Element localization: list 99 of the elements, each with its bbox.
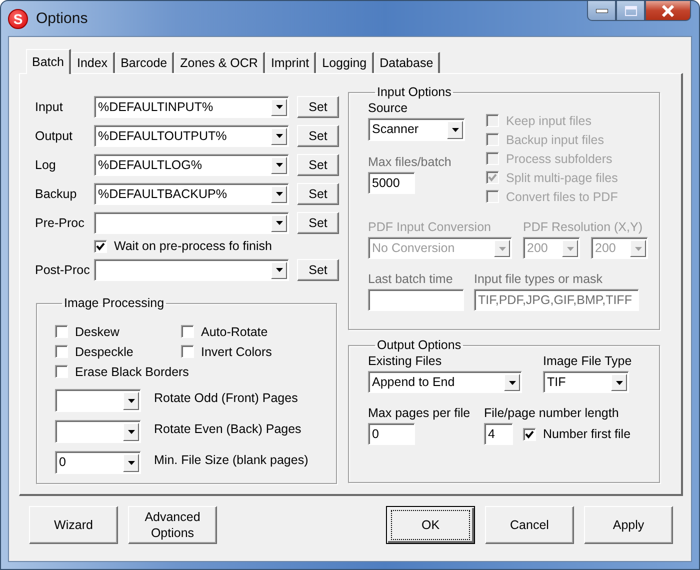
caret-icon xyxy=(276,192,282,196)
source-dropdown[interactable]: Scanner xyxy=(368,118,465,141)
field-label: Post-Proc xyxy=(35,262,91,276)
checkbox-label: Number first file xyxy=(543,427,631,441)
field-label: Backup xyxy=(35,186,78,200)
checkbox[interactable] xyxy=(55,365,68,378)
dropdown-label: Min. File Size (blank pages) xyxy=(154,452,308,467)
caret-icon xyxy=(128,430,134,434)
caret-icon xyxy=(276,105,282,109)
checkbox-label: Invert Colors xyxy=(201,344,272,358)
caret-icon xyxy=(634,246,642,250)
path-dropdown[interactable]: %DEFAULTLOG% xyxy=(94,154,289,176)
dropdown[interactable] xyxy=(55,420,141,443)
checkbox[interactable] xyxy=(55,325,68,338)
max-pages-field[interactable]: 0 xyxy=(368,423,415,445)
last-batch-field[interactable] xyxy=(368,289,464,311)
path-dropdown[interactable]: %DEFAULTINPUT% xyxy=(94,96,289,118)
checkbox-label: Despeckle xyxy=(75,344,134,358)
group-title: Output Options xyxy=(376,338,462,352)
field-label: Max pages per file xyxy=(368,406,472,420)
set-button[interactable]: Set xyxy=(297,96,339,118)
group-title: Image Processing xyxy=(63,296,166,310)
checkbox[interactable] xyxy=(181,345,194,358)
checkbox-label: Convert files to PDF xyxy=(506,190,618,204)
checkbox-label: Keep input files xyxy=(506,114,592,128)
caret-icon xyxy=(276,134,282,138)
minimize-icon xyxy=(596,8,608,12)
set-button[interactable]: Set xyxy=(297,212,339,234)
existing-files-dropdown[interactable]: Append to End xyxy=(368,371,522,393)
field-label: Image File Type xyxy=(543,354,632,368)
checkbox[interactable] xyxy=(523,428,536,440)
tab[interactable]: Barcode xyxy=(114,52,174,73)
caret-icon xyxy=(276,221,282,225)
field-label: PDF Resolution (X,Y) xyxy=(523,220,644,234)
field-label: Pre-Proc xyxy=(35,216,86,230)
field-label: Input file types or mask xyxy=(474,272,604,286)
app-logo-icon: S xyxy=(8,8,28,28)
caret-icon xyxy=(276,268,282,272)
set-button[interactable]: Set xyxy=(297,258,339,280)
checkbox-label: Split multi-page files xyxy=(506,170,618,184)
close-button[interactable] xyxy=(645,1,691,21)
dialog-button[interactable]: Wizard xyxy=(29,506,118,544)
number-length-field[interactable]: 4 xyxy=(484,423,513,445)
dropdown[interactable]: 0 xyxy=(55,451,141,474)
dialog-button[interactable]: Cancel xyxy=(485,506,574,544)
tab[interactable]: Imprint xyxy=(264,52,316,73)
caret-icon xyxy=(508,380,516,384)
caret-icon xyxy=(128,461,134,465)
caret-icon xyxy=(452,128,458,132)
field-label: Log xyxy=(35,158,57,172)
checkbox[interactable] xyxy=(181,325,194,338)
checkbox[interactable] xyxy=(94,240,107,252)
checkbox-label: Erase Black Borders xyxy=(75,364,189,378)
caret-icon xyxy=(616,380,622,384)
checkbox-label: Process subfolders xyxy=(506,152,612,166)
set-button[interactable]: Set xyxy=(297,154,339,176)
field-label: Input xyxy=(35,100,64,114)
dropdown-label: Rotate Even (Back) Pages xyxy=(154,421,302,436)
tab[interactable]: Index xyxy=(70,52,115,73)
checkbox-label: Wait on pre-process fo finish xyxy=(114,239,272,253)
group-title: Input Options xyxy=(376,85,452,99)
path-dropdown[interactable] xyxy=(94,212,289,234)
set-button[interactable]: Set xyxy=(297,182,339,204)
caret-icon xyxy=(276,163,282,167)
dropdown[interactable] xyxy=(55,389,141,412)
file-types-field[interactable]: TIF,PDF,JPG,GIF,BMP,TIFF xyxy=(474,289,639,311)
checkbox-label: Auto-Rotate xyxy=(201,324,268,338)
tab[interactable]: Logging xyxy=(316,52,374,73)
path-dropdown[interactable]: %DEFAULTOUTPUT% xyxy=(94,124,289,146)
field-label: Last batch time xyxy=(368,272,454,286)
maximize-button[interactable] xyxy=(616,1,645,21)
field-label: Output xyxy=(35,128,74,142)
caret-icon xyxy=(566,246,574,250)
field-label: PDF Input Conversion xyxy=(368,220,492,234)
caret-icon xyxy=(498,246,506,250)
image-type-dropdown[interactable]: TIF xyxy=(543,371,629,393)
checkbox-label: Deskew xyxy=(75,324,120,338)
maximize-icon xyxy=(624,6,636,16)
max-files-field[interactable]: 5000 xyxy=(368,172,415,194)
field-label: Existing Files xyxy=(368,354,443,368)
field-label: Source xyxy=(368,101,409,115)
path-dropdown[interactable] xyxy=(94,258,289,280)
set-button[interactable]: Set xyxy=(297,124,339,146)
tab[interactable]: Database xyxy=(374,52,440,73)
checkbox[interactable] xyxy=(55,345,68,358)
caret-icon xyxy=(128,399,134,403)
close-icon xyxy=(661,4,675,16)
minimize-button[interactable] xyxy=(587,1,616,21)
tab[interactable]: Batch xyxy=(26,49,71,74)
window-title: Options xyxy=(36,10,88,27)
dialog-button[interactable]: OK xyxy=(386,506,475,544)
checkbox-label: Backup input files xyxy=(506,132,604,146)
tab[interactable]: Zones & OCR xyxy=(174,52,265,73)
dialog-button[interactable]: Advanced Options xyxy=(128,506,217,544)
path-dropdown[interactable]: %DEFAULTBACKUP% xyxy=(94,182,289,204)
dialog-button[interactable]: Apply xyxy=(584,506,673,544)
field-label: File/page number length xyxy=(484,406,620,420)
dropdown-label: Rotate Odd (Front) Pages xyxy=(154,390,298,405)
field-label: Max files/batch xyxy=(368,155,452,169)
